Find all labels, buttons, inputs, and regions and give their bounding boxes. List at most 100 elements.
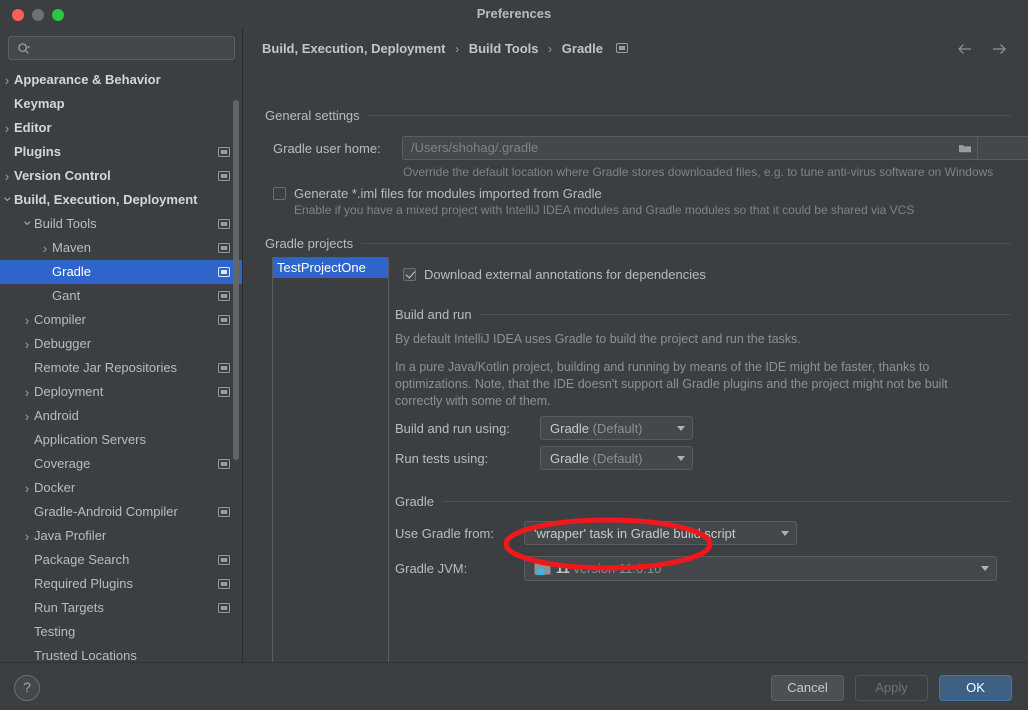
- sidebar-item-label: Required Plugins: [34, 576, 134, 591]
- build-and-run-paragraph-1: By default IntelliJ IDEA uses Gradle to …: [395, 332, 801, 346]
- settings-tree[interactable]: › Appearance & Behavior Keymap › Editor Plugi…: [0, 68, 242, 662]
- use-gradle-from-value: 'wrapper' task in Gradle build script: [534, 525, 736, 541]
- gradle-user-home-input[interactable]: /Users/shohag/.gradle: [402, 136, 1028, 160]
- sidebar-item-label: Run Targets: [34, 600, 104, 615]
- sidebar-item-label: Java Profiler: [34, 528, 107, 543]
- scope-badge-icon: [615, 43, 628, 53]
- settings-content: Build, Execution, Deployment › Build Too…: [243, 28, 1028, 673]
- chevron-down-icon[interactable]: [774, 530, 796, 536]
- chevron-down-icon[interactable]: ⌄: [1, 188, 14, 212]
- sidebar-item-plugins[interactable]: Plugins: [0, 140, 242, 164]
- scope-badge-icon: [218, 243, 230, 253]
- sidebar-item-gant[interactable]: Gant: [0, 284, 242, 308]
- title-bar: Preferences: [0, 0, 1028, 29]
- sidebar-item-keymap[interactable]: Keymap: [0, 92, 242, 116]
- sidebar-item-label: Android: [34, 408, 79, 423]
- download-annotations-checkbox-row[interactable]: Download external annotations for depend…: [403, 267, 706, 282]
- gradle-user-home-hint: Override the default location where Grad…: [403, 165, 994, 179]
- sidebar-item-docker[interactable]: › Docker: [0, 476, 242, 500]
- generate-iml-checkbox-row[interactable]: Generate *.iml files for modules importe…: [273, 186, 602, 201]
- chevron-down-icon[interactable]: [670, 425, 692, 431]
- sidebar-item-coverage[interactable]: Coverage: [0, 452, 242, 476]
- generate-iml-label: Generate *.iml files for modules importe…: [294, 186, 602, 201]
- sidebar-item-build-execution-deployment[interactable]: ⌄ Build, Execution, Deployment: [0, 188, 242, 212]
- sidebar-item-version-control[interactable]: › Version Control: [0, 164, 242, 188]
- dialog-footer: ? Cancel Apply OK: [0, 662, 1028, 710]
- chevron-down-icon[interactable]: ⌄: [21, 212, 34, 236]
- chevron-right-icon[interactable]: ›: [21, 332, 33, 356]
- gradle-jvm-combo[interactable]: 11 version 11.0.10: [524, 556, 997, 581]
- navigation-arrows: [956, 40, 1008, 58]
- sidebar-item-label: Deployment: [34, 384, 104, 399]
- scope-badge-icon: [218, 315, 230, 325]
- sidebar-item-gradle[interactable]: Gradle: [0, 260, 242, 284]
- apply-button[interactable]: Apply: [855, 675, 928, 701]
- generate-iml-hint: Enable if you have a mixed project with …: [294, 203, 915, 217]
- scope-badge-icon: [218, 507, 230, 517]
- sidebar-item-build-tools[interactable]: ⌄ Build Tools: [0, 212, 242, 236]
- gradle-section-title: Gradle: [395, 494, 435, 509]
- ok-button[interactable]: OK: [939, 675, 1012, 701]
- generate-iml-checkbox[interactable]: [273, 187, 286, 200]
- sidebar-item-label: Gradle-Android Compiler: [34, 504, 178, 519]
- download-annotations-checkbox[interactable]: [403, 268, 416, 281]
- chevron-right-icon[interactable]: ›: [1, 164, 13, 188]
- sidebar-item-android[interactable]: › Android: [0, 404, 242, 428]
- sidebar-item-java-profiler[interactable]: › Java Profiler: [0, 524, 242, 548]
- sidebar-item-package-search[interactable]: Package Search: [0, 548, 242, 572]
- sidebar-item-trusted-locations[interactable]: Trusted Locations: [0, 644, 242, 662]
- breadcrumb-item-2[interactable]: Gradle: [562, 41, 603, 56]
- sidebar-item-label: Gant: [52, 288, 81, 303]
- build-and-run-using-combo[interactable]: Gradle (Default): [540, 416, 693, 440]
- breadcrumb: Build, Execution, Deployment › Build Too…: [262, 41, 628, 56]
- help-button[interactable]: ?: [14, 675, 40, 701]
- sidebar-item-label: Remote Jar Repositories: [34, 360, 178, 375]
- breadcrumb-item-0[interactable]: Build, Execution, Deployment: [262, 41, 445, 56]
- sidebar-item-editor[interactable]: › Editor: [0, 116, 242, 140]
- window-title: Preferences: [476, 6, 552, 21]
- arrow-right-icon[interactable]: [990, 40, 1008, 58]
- sidebar-item-remote-jar-repositories[interactable]: Remote Jar Repositories: [0, 356, 242, 380]
- sidebar-item-appearance-behavior[interactable]: › Appearance & Behavior: [0, 68, 242, 92]
- chevron-right-icon[interactable]: ›: [21, 524, 33, 548]
- build-and-run-paragraph-2: In a pure Java/Kotlin project, building …: [395, 360, 948, 408]
- sidebar-scrollbar-thumb[interactable]: [233, 100, 239, 460]
- chevron-right-icon[interactable]: ›: [1, 68, 13, 92]
- sidebar-item-run-targets[interactable]: Run Targets: [0, 596, 242, 620]
- cancel-button[interactable]: Cancel: [771, 675, 844, 701]
- breadcrumb-separator: ›: [548, 42, 553, 56]
- sidebar-item-testing[interactable]: Testing: [0, 620, 242, 644]
- sidebar-item-label: Editor: [14, 120, 52, 135]
- scope-badge-icon: [218, 291, 230, 301]
- sidebar-item-required-plugins[interactable]: Required Plugins: [0, 572, 242, 596]
- breadcrumb-item-1[interactable]: Build Tools: [469, 41, 539, 56]
- sidebar-item-deployment[interactable]: › Deployment: [0, 380, 242, 404]
- scope-badge-icon: [218, 459, 230, 469]
- chevron-right-icon[interactable]: ›: [21, 404, 33, 428]
- gradle-projects-list[interactable]: TestProjectOne: [272, 257, 389, 673]
- sidebar-item-application-servers[interactable]: Application Servers: [0, 428, 242, 452]
- chevron-right-icon[interactable]: ›: [39, 236, 51, 260]
- chevron-right-icon[interactable]: ›: [21, 380, 33, 404]
- sidebar-item-label: Gradle: [52, 264, 92, 279]
- sidebar-item-gradle-android-compiler[interactable]: Gradle-Android Compiler: [0, 500, 242, 524]
- chevron-right-icon[interactable]: ›: [21, 308, 33, 332]
- chevron-down-icon[interactable]: [974, 566, 996, 571]
- sidebar-item-maven[interactable]: › Maven: [0, 236, 242, 260]
- use-gradle-from-combo[interactable]: 'wrapper' task in Gradle build script: [524, 521, 797, 545]
- chevron-down-icon[interactable]: [670, 455, 692, 461]
- settings-sidebar: › Appearance & Behavior Keymap › Editor Plugi…: [0, 28, 243, 662]
- list-item[interactable]: TestProjectOne: [273, 258, 388, 278]
- gradle-user-home-browse-button[interactable]: [952, 136, 978, 160]
- arrow-left-icon[interactable]: [956, 40, 974, 58]
- scope-badge-icon: [218, 387, 230, 397]
- sidebar-item-compiler[interactable]: › Compiler: [0, 308, 242, 332]
- sidebar-item-debugger[interactable]: › Debugger: [0, 332, 242, 356]
- run-tests-using-combo[interactable]: Gradle (Default): [540, 446, 693, 470]
- sidebar-item-label: Build Tools: [34, 216, 97, 231]
- sidebar-scrollbar[interactable]: [233, 74, 239, 624]
- chevron-right-icon[interactable]: ›: [1, 116, 13, 140]
- search-input[interactable]: [8, 36, 235, 60]
- search-field-wrap: [8, 36, 235, 60]
- chevron-right-icon[interactable]: ›: [21, 476, 33, 500]
